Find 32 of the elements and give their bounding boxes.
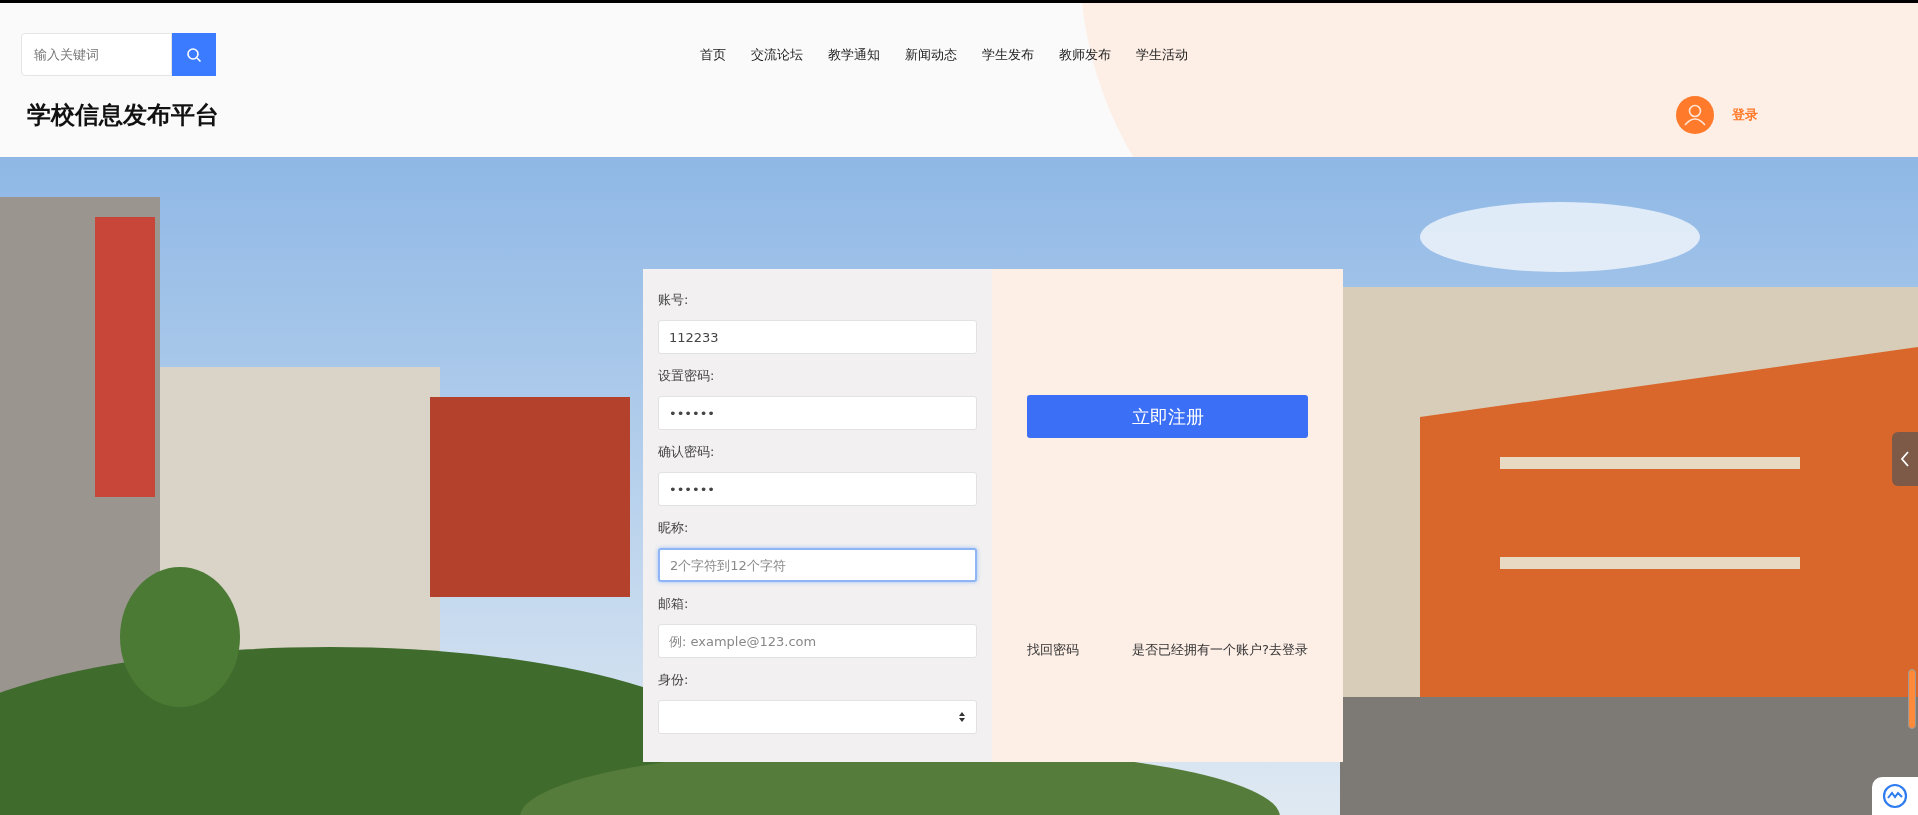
nav-link[interactable]: 教学通知 [828, 44, 880, 65]
input-field[interactable]: •••••• [658, 396, 977, 430]
nav-link[interactable]: 教师发布 [1059, 44, 1111, 65]
nav-link[interactable]: 学生发布 [982, 44, 1034, 65]
widget-logo-icon [1882, 783, 1908, 809]
sort-arrows-icon [958, 711, 966, 723]
nav-link[interactable]: 首页 [700, 44, 726, 65]
nav-link[interactable]: 新闻动态 [905, 44, 957, 65]
field-label: 确认密码: [658, 443, 716, 461]
text-link[interactable]: 找回密码 [1027, 640, 1079, 660]
nav-link[interactable]: 学生活动 [1136, 44, 1188, 65]
search-icon [186, 46, 202, 63]
nav-link[interactable]: 交流论坛 [751, 44, 803, 65]
scrollbar-thumb[interactable] [1908, 669, 1916, 729]
field-label: 身份: [658, 671, 690, 689]
field-label: 昵称: [658, 519, 690, 537]
carousel-prev-button[interactable] [1892, 432, 1918, 486]
input-field[interactable]: •••••• [658, 472, 977, 506]
search-field[interactable]: 输入关键词 [21, 33, 172, 76]
register-button[interactable]: 立即注册 [1027, 395, 1308, 438]
field-label: 账号: [658, 291, 690, 309]
avatar-icon [1676, 96, 1714, 134]
floating-widget-button[interactable] [1872, 777, 1918, 815]
input-field[interactable]: 2个字符到12个字符 [658, 548, 977, 582]
site-title: 学校信息发布平台 [27, 100, 219, 131]
search-button[interactable] [172, 33, 216, 76]
field-label: 设置密码: [658, 367, 716, 385]
input-field[interactable]: 112233 [658, 320, 977, 354]
text-link[interactable]: 是否已经拥有一个账户?去登录 [1132, 640, 1308, 660]
identity-select[interactable] [658, 700, 977, 734]
chevron-left-icon [1900, 450, 1910, 468]
field-label: 邮箱: [658, 595, 690, 613]
